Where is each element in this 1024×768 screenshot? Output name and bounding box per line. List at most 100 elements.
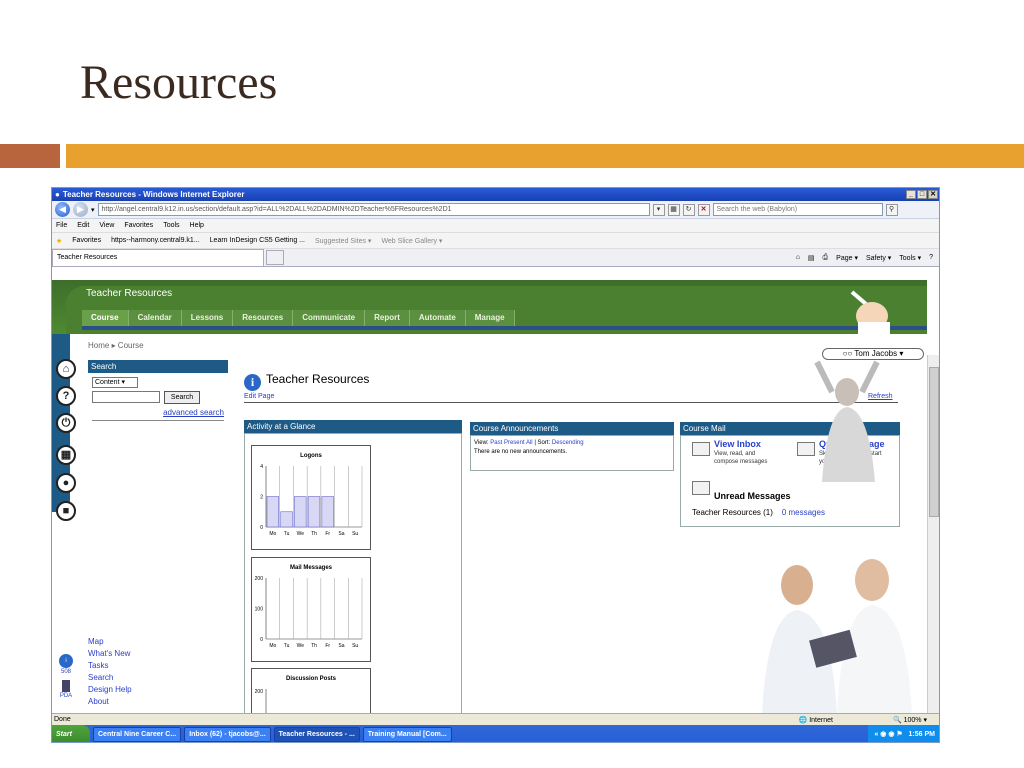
windows-taskbar: Start Central Nine Career C... Inbox (62…: [52, 725, 939, 742]
label-508[interactable]: 508: [56, 668, 76, 677]
tab-teacher-resources[interactable]: Teacher Resources: [52, 249, 264, 266]
logons-chart-title: Logons: [300, 453, 322, 459]
edit-page-link[interactable]: Edit Page: [244, 393, 274, 400]
zoom-control[interactable]: 🔍 100% ▾: [893, 716, 927, 724]
command-page[interactable]: Page ▾: [836, 254, 858, 262]
accessibility-icon[interactable]: i: [59, 654, 73, 668]
search-icon[interactable]: ⚲: [885, 203, 898, 216]
dropdown-icon[interactable]: ▾: [91, 206, 95, 214]
nav-tab-course[interactable]: Course: [82, 310, 129, 326]
logout-icon[interactable]: ⏻: [56, 413, 76, 433]
x-tick-label: Tu: [284, 531, 290, 537]
menu-help[interactable]: Help: [190, 222, 204, 229]
task-training-manual[interactable]: Training Manual [Com...: [362, 727, 452, 742]
command-safety[interactable]: Safety ▾: [866, 254, 891, 262]
pda-icon[interactable]: [62, 680, 70, 692]
course-nav: Course Calendar Lessons Resources Commun…: [82, 310, 515, 326]
nav-tab-report[interactable]: Report: [365, 310, 410, 326]
task-teacher-resources[interactable]: Teacher Resources - ...: [273, 727, 360, 742]
address-input[interactable]: http://angel.central9.k12.in.us/section/…: [97, 203, 650, 216]
menu-view[interactable]: View: [99, 222, 114, 229]
command-tools[interactable]: Tools ▾: [899, 254, 921, 262]
address-dropdown-icon[interactable]: ▾: [652, 203, 665, 216]
x-tick-label: Sa: [338, 531, 344, 537]
print-icon[interactable]: ⎙: [823, 254, 829, 262]
y-tick-label: 200: [255, 689, 264, 695]
announcements-past[interactable]: Past: [490, 440, 502, 446]
bar-th: [307, 496, 321, 528]
user-icon[interactable]: ●: [56, 473, 76, 493]
link-whats-new[interactable]: What's New: [88, 648, 132, 660]
menu-edit[interactable]: Edit: [77, 222, 89, 229]
announcements-sort-value[interactable]: Descending: [552, 440, 584, 446]
forward-button[interactable]: ▶: [73, 202, 88, 217]
announcements-all[interactable]: All: [526, 440, 533, 446]
nav-tab-communicate[interactable]: Communicate: [293, 310, 366, 326]
mail-messages-chart-svg: 0 100 200 Mo Tu We Th Fr Sa Su: [255, 576, 363, 649]
favorites-button[interactable]: Favorites: [72, 237, 101, 244]
nav-tab-resources[interactable]: Resources: [233, 310, 294, 326]
scrollbar-thumb[interactable]: [929, 367, 939, 517]
search-input[interactable]: [92, 391, 160, 403]
search-button[interactable]: Search: [164, 391, 200, 404]
favorite-link-indesign[interactable]: Learn InDesign CS5 Getting ...: [210, 237, 305, 244]
advanced-search-link[interactable]: advanced search: [163, 408, 224, 417]
refresh-icon[interactable]: ↻: [682, 203, 695, 216]
nav-tab-calendar[interactable]: Calendar: [128, 310, 182, 326]
compatibility-icon[interactable]: ▦: [667, 203, 680, 216]
new-tab-button[interactable]: [266, 250, 284, 265]
link-search[interactable]: Search: [88, 672, 132, 684]
nav-tab-manage[interactable]: Manage: [465, 310, 515, 326]
chat-icon[interactable]: ■: [56, 501, 76, 521]
chalk-hand-illustration: [850, 290, 890, 334]
favorite-web-slice-gallery[interactable]: Web Slice Gallery ▾: [381, 237, 442, 245]
inbox-envelope-icon: [692, 442, 710, 456]
unread-count-link[interactable]: 0 messages: [782, 508, 825, 517]
files-icon[interactable]: ▦: [56, 445, 76, 465]
favorite-suggested-sites[interactable]: Suggested Sites ▾: [315, 237, 371, 245]
feeds-icon[interactable]: ▤: [808, 254, 815, 262]
minimize-button[interactable]: _: [906, 190, 916, 199]
slide-title: Resources: [80, 56, 278, 109]
link-design-help[interactable]: Design Help: [88, 684, 132, 696]
announcements-empty: There are no new announcements.: [474, 449, 568, 455]
x-tick-label: We: [297, 531, 305, 537]
nav-tab-lessons[interactable]: Lessons: [181, 310, 234, 326]
maximize-button[interactable]: □: [917, 190, 927, 199]
menu-bar: File Edit View Favorites Tools Help: [52, 219, 939, 233]
bar-we: [294, 496, 307, 528]
favorite-link-harmony[interactable]: https--harmony.central9.k1...: [111, 237, 200, 244]
x-tick-label: Mo: [269, 531, 276, 537]
label-pda[interactable]: PDA: [56, 692, 76, 701]
home-icon[interactable]: ⌂: [56, 359, 76, 379]
link-tasks[interactable]: Tasks: [88, 660, 132, 672]
command-bar: ⌂ ▤ ⎙ Page ▾ Safety ▾ Tools ▾ ?: [796, 254, 939, 262]
web-search-input[interactable]: Search the web (Babylon): [712, 203, 883, 216]
menu-file[interactable]: File: [56, 222, 67, 229]
help-icon[interactable]: ?: [929, 254, 933, 262]
task-central-nine[interactable]: Central Nine Career C...: [93, 727, 182, 742]
search-scope-select[interactable]: Content ▾: [92, 377, 138, 388]
breadcrumb[interactable]: Home ▸ Course: [88, 341, 144, 350]
stop-icon[interactable]: ✕: [697, 203, 710, 216]
menu-tools[interactable]: Tools: [163, 222, 179, 229]
bar-tu: [280, 511, 293, 528]
start-button[interactable]: Start: [52, 725, 90, 742]
x-tick-label: Th: [311, 531, 317, 537]
logons-chart: Logons 0 2 4 Mo Tu We Th Fr Sa Su: [251, 445, 371, 550]
announcements-present[interactable]: Present: [504, 440, 525, 446]
view-inbox-link[interactable]: View Inbox: [714, 439, 761, 449]
task-inbox[interactable]: Inbox (62) - tjacobs@...: [184, 727, 271, 742]
info-icon: i: [244, 374, 261, 391]
vertical-scrollbar[interactable]: [927, 355, 939, 713]
menu-favorites[interactable]: Favorites: [124, 222, 153, 229]
link-map[interactable]: Map: [88, 636, 132, 648]
home-icon[interactable]: ⌂: [796, 254, 800, 262]
status-text: Done: [54, 716, 71, 723]
nav-tab-automate[interactable]: Automate: [409, 310, 466, 326]
favorites-star-icon: ★: [56, 237, 63, 245]
back-button[interactable]: ◀: [55, 202, 70, 217]
help-icon[interactable]: ?: [56, 386, 76, 406]
link-about[interactable]: About: [88, 696, 132, 708]
close-button[interactable]: ✕: [928, 190, 938, 199]
